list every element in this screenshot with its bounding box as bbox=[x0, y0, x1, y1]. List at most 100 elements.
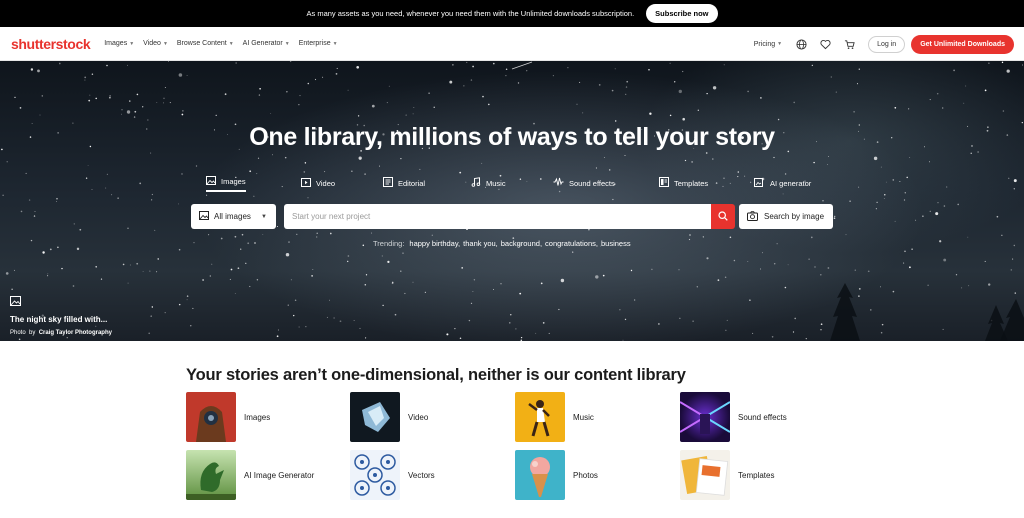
library-card-music[interactable]: Music bbox=[515, 392, 665, 442]
subscribe-now-button[interactable]: Subscribe now bbox=[646, 4, 718, 23]
nav-right: Pricing ▼ Log in Get Unlimited Downloads bbox=[754, 27, 1014, 61]
globe-icon[interactable] bbox=[794, 37, 808, 51]
video-thumbnail bbox=[350, 392, 400, 442]
images-thumbnail bbox=[186, 392, 236, 442]
asset-type-select[interactable]: All images ▼ bbox=[191, 204, 276, 229]
tab-sound-effects[interactable]: Sound effects bbox=[553, 174, 615, 192]
chevron-down-icon: ▼ bbox=[284, 40, 290, 47]
nav-item-images[interactable]: Images ▼ bbox=[104, 40, 134, 47]
tab-ai-generator[interactable]: AI generator bbox=[754, 174, 811, 192]
tab-label: AI generator bbox=[770, 178, 812, 188]
library-card-templates[interactable]: Templates bbox=[680, 450, 830, 500]
search-by-image-button[interactable]: Search by image bbox=[739, 204, 833, 229]
library-card-label: Vectors bbox=[408, 470, 435, 480]
trending-searches: Trending: happy birthday, thank you, bac… bbox=[373, 239, 631, 248]
sound-effects-thumbnail bbox=[680, 392, 730, 442]
library-card-ai-image-generator[interactable]: AI Image Generator bbox=[186, 450, 336, 500]
cart-icon[interactable] bbox=[842, 37, 856, 51]
nav-item-label: Video bbox=[143, 40, 161, 47]
photos-thumbnail bbox=[515, 450, 565, 500]
nav-item-ai-generator[interactable]: AI Generator ▼ bbox=[243, 40, 290, 47]
library-card-label: AI Image Generator bbox=[244, 470, 315, 480]
vectors-thumbnail bbox=[350, 450, 400, 500]
library-card-images[interactable]: Images bbox=[186, 392, 336, 442]
library-card-photos[interactable]: Photos bbox=[515, 450, 665, 500]
credit-line: Photo by Craig Taylor Photography bbox=[10, 330, 112, 336]
tab-images[interactable]: Images bbox=[206, 174, 246, 192]
chevron-down-icon: ▼ bbox=[162, 40, 168, 47]
editorial-icon bbox=[383, 177, 393, 189]
video-icon bbox=[301, 177, 311, 189]
trending-link[interactable]: happy birthday, bbox=[409, 239, 460, 248]
chevron-down-icon: ▼ bbox=[129, 40, 135, 47]
promo-text: As many assets as you need, whenever you… bbox=[306, 9, 635, 18]
library-card-label: Video bbox=[408, 412, 429, 422]
credit-title[interactable]: The night sky filled with... bbox=[10, 315, 112, 324]
caret-down-icon: ▼ bbox=[261, 213, 267, 220]
library-card-label: Sound effects bbox=[738, 412, 787, 422]
nav-item-label: Browse Content bbox=[176, 40, 227, 47]
tab-music[interactable]: Music bbox=[471, 174, 506, 192]
search-button[interactable] bbox=[711, 204, 735, 229]
camera-search-icon bbox=[747, 210, 758, 223]
nav-item-browse-content[interactable]: Browse Content ▼ bbox=[177, 40, 234, 47]
image-icon bbox=[206, 176, 216, 187]
nav-item-label: Enterprise bbox=[298, 40, 331, 47]
tab-label: Music bbox=[486, 178, 506, 188]
pricing-label: Pricing bbox=[753, 40, 776, 48]
chevron-down-icon: ▼ bbox=[332, 40, 338, 47]
heart-icon[interactable] bbox=[818, 37, 832, 51]
asset-type-label: All images bbox=[214, 212, 251, 221]
nav-item-label: Images bbox=[104, 40, 128, 47]
trending-link[interactable]: business bbox=[601, 239, 631, 248]
credit-by: by bbox=[29, 330, 36, 336]
image-icon bbox=[199, 211, 209, 222]
music-icon bbox=[471, 177, 481, 189]
content-type-tabs: Images Video Editorial Music Sound effec… bbox=[206, 174, 826, 192]
search-input[interactable] bbox=[284, 204, 712, 229]
photo-credit: The night sky filled with... Photo by Cr… bbox=[10, 293, 112, 336]
ai-generator-icon bbox=[754, 176, 765, 190]
ai-image-generator-thumbnail bbox=[186, 450, 236, 500]
tab-label: Templates bbox=[674, 178, 709, 188]
trending-link[interactable]: congratulations, bbox=[545, 239, 598, 248]
templates-icon bbox=[659, 177, 669, 189]
tab-label: Editorial bbox=[398, 178, 426, 188]
tab-templates[interactable]: Templates bbox=[659, 174, 708, 192]
library-card-label: Photos bbox=[573, 470, 598, 480]
trending-link[interactable]: background, bbox=[501, 239, 542, 248]
tab-label: Sound effects bbox=[569, 178, 615, 188]
get-unlimited-downloads-button[interactable]: Get Unlimited Downloads bbox=[911, 34, 1014, 54]
library-card-label: Music bbox=[573, 412, 594, 422]
content-library-heading: Your stories aren’t one-dimensional, nei… bbox=[186, 366, 686, 384]
credit-prefix: Photo bbox=[10, 330, 26, 336]
search-icon bbox=[718, 209, 728, 224]
hero-section: One library, millions of ways to tell yo… bbox=[0, 61, 1024, 341]
library-card-label: Images bbox=[244, 412, 271, 422]
templates-thumbnail bbox=[680, 450, 730, 500]
trending-link[interactable]: thank you, bbox=[463, 239, 498, 248]
shutterstock-logo[interactable]: shutterstock bbox=[11, 36, 91, 52]
search-bar: All images ▼ Search by image bbox=[191, 204, 833, 229]
tab-label: Images bbox=[221, 177, 246, 186]
promo-bar: As many assets as you need, whenever you… bbox=[0, 0, 1024, 27]
tab-label: Video bbox=[316, 178, 336, 188]
content-library-grid: Images Video Music Sound effects AI Imag… bbox=[186, 392, 806, 504]
trending-label: Trending: bbox=[373, 239, 405, 248]
library-card-sound-effects[interactable]: Sound effects bbox=[680, 392, 830, 442]
library-card-vectors[interactable]: Vectors bbox=[350, 450, 500, 500]
nav-item-video[interactable]: Video ▼ bbox=[143, 40, 168, 47]
library-card-video[interactable]: Video bbox=[350, 392, 500, 442]
top-navigation: shutterstock Images ▼ Video ▼ Browse Conte… bbox=[0, 27, 1024, 61]
pricing-menu[interactable]: Pricing ▼ bbox=[754, 41, 782, 48]
tab-editorial[interactable]: Editorial bbox=[383, 174, 425, 192]
tab-video[interactable]: Video bbox=[301, 174, 335, 192]
credit-author-link[interactable]: Craig Taylor Photography bbox=[39, 330, 112, 336]
nav-item-enterprise[interactable]: Enterprise ▼ bbox=[299, 40, 338, 47]
login-button[interactable]: Log in bbox=[868, 35, 906, 53]
nav-item-label: AI Generator bbox=[242, 40, 283, 47]
sound-wave-icon bbox=[553, 177, 564, 189]
music-thumbnail bbox=[515, 392, 565, 442]
tree-silhouettes bbox=[830, 283, 1024, 341]
chevron-down-icon: ▼ bbox=[777, 41, 783, 47]
